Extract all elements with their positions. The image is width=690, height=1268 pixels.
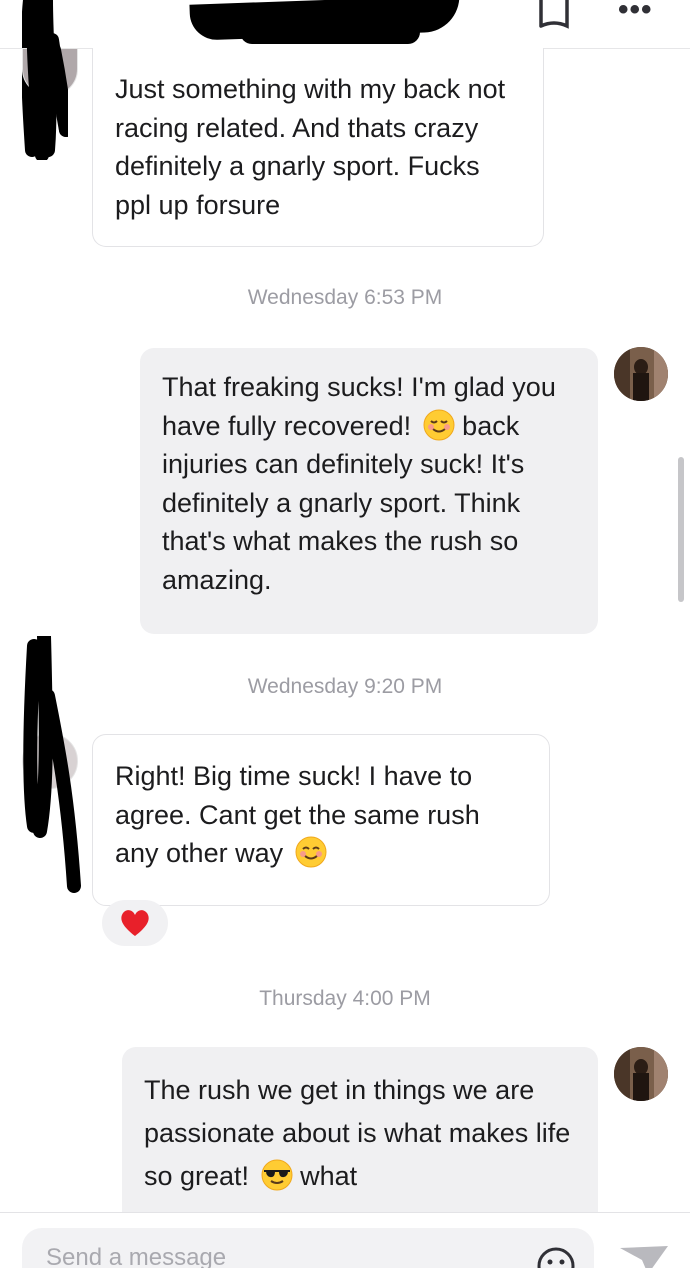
avatar-image xyxy=(614,1047,668,1101)
send-icon[interactable] xyxy=(618,1244,670,1268)
scrollbar[interactable] xyxy=(678,457,684,602)
redaction-mark xyxy=(240,20,420,44)
message-text: what xyxy=(300,1161,358,1191)
chat-screen: ••• Just something with my back not raci… xyxy=(0,0,690,1268)
message-timestamp: Wednesday 9:20 PM xyxy=(247,675,443,698)
outgoing-message-bubble[interactable]: That freaking sucks! I'm glad you have f… xyxy=(140,348,598,634)
smiley-icon[interactable] xyxy=(536,1246,576,1268)
incoming-message-bubble[interactable]: Right! Big time suck! I have to agree. C… xyxy=(92,734,550,906)
relieved-face-emoji xyxy=(423,409,455,441)
message-timestamp: Wednesday 6:53 PM xyxy=(247,286,443,309)
more-icon[interactable]: ••• xyxy=(618,0,662,25)
redaction-mark xyxy=(23,636,81,893)
message-text: Just something with my back not racing r… xyxy=(115,74,506,220)
flag-icon[interactable] xyxy=(536,0,572,30)
redaction-mark xyxy=(26,0,68,157)
chat-header: ••• xyxy=(0,0,690,49)
message-input[interactable] xyxy=(22,1228,594,1268)
my-avatar[interactable] xyxy=(614,1047,668,1101)
my-avatar[interactable] xyxy=(614,347,668,401)
sunglasses-emoji xyxy=(261,1159,293,1191)
heart-emoji xyxy=(121,910,149,936)
message-timestamp: Thursday 4:00 PM xyxy=(259,987,431,1010)
incoming-message-bubble[interactable]: Just something with my back not racing r… xyxy=(92,48,544,247)
message-reaction[interactable] xyxy=(102,900,168,946)
avatar-image xyxy=(614,347,668,401)
smiling-face-emoji xyxy=(295,836,327,868)
